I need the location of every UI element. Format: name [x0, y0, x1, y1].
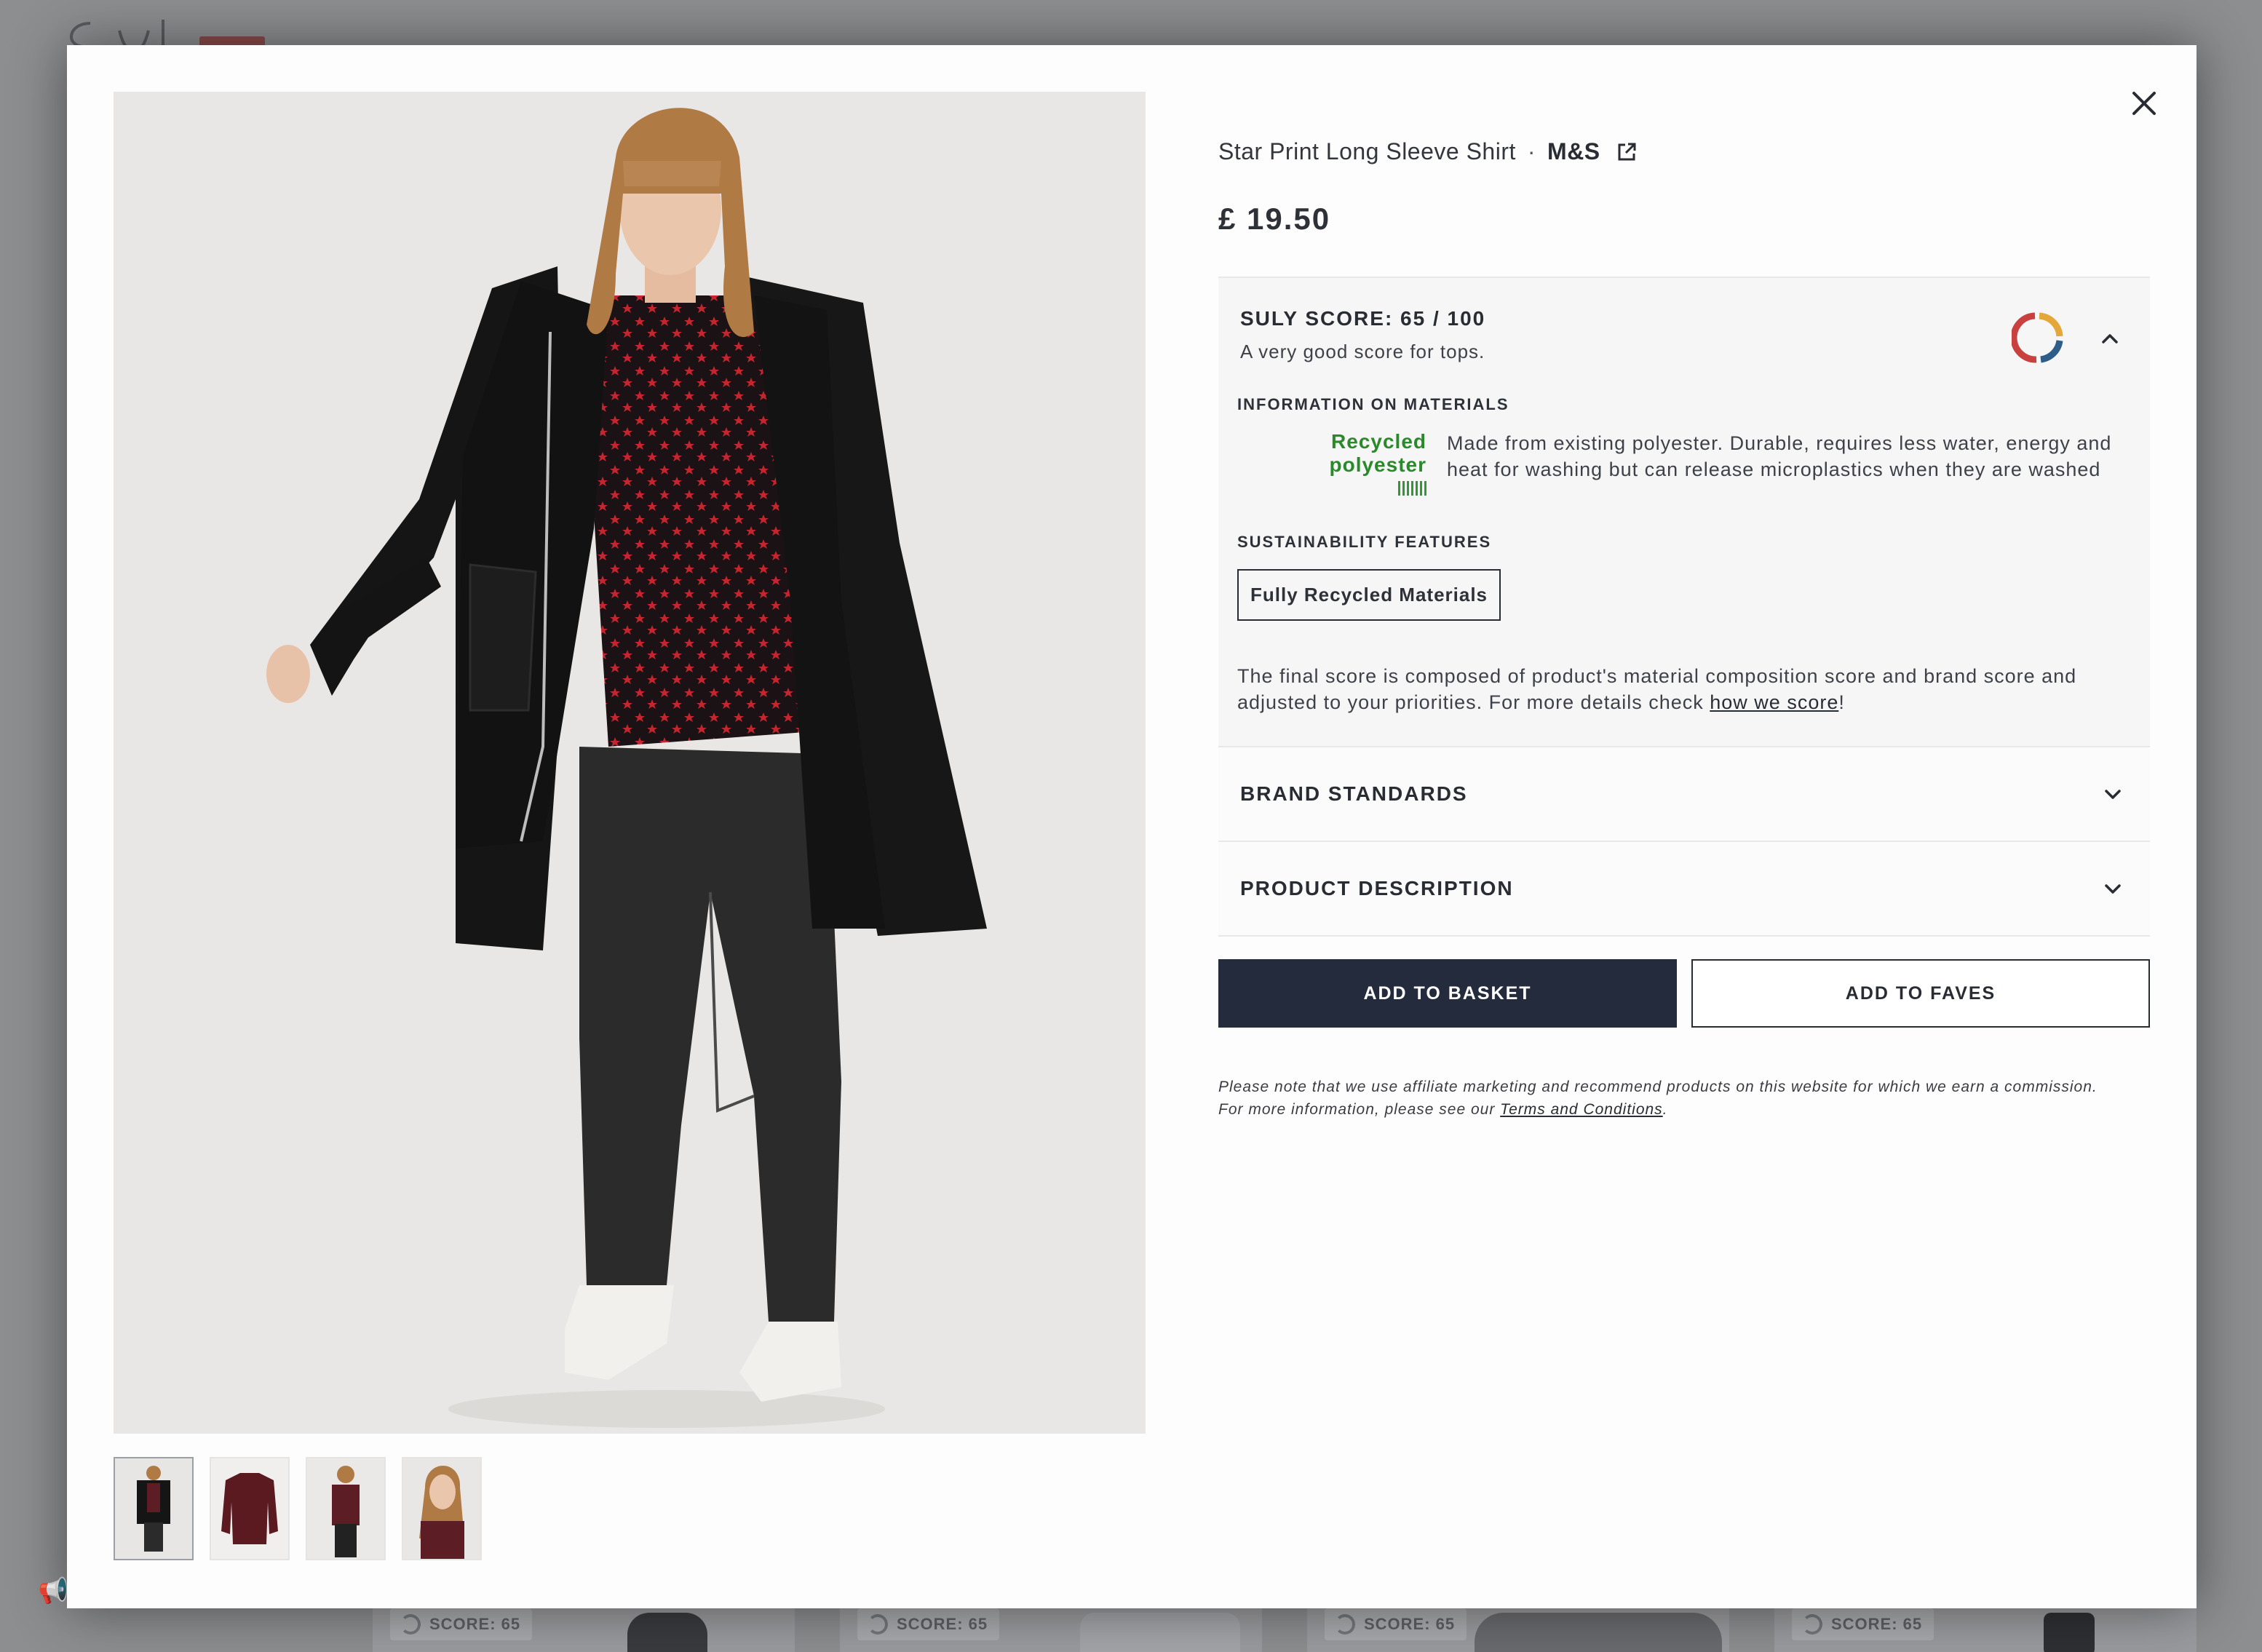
score-title: SULY SCORE: 65 / 100: [1240, 307, 1486, 330]
features-heading: SUSTAINABILITY FEATURES: [1237, 533, 1492, 551]
material-rating-bar: [1398, 481, 1426, 496]
product-price: £ 19.50: [1218, 202, 1331, 236]
brand-standards-section[interactable]: BRAND STANDARDS: [1218, 747, 2150, 842]
thumbnail-1[interactable]: [114, 1457, 194, 1560]
chevron-down-icon: [2105, 884, 2121, 894]
chevron-down-icon: [2105, 790, 2121, 799]
product-description-section[interactable]: PRODUCT DESCRIPTION: [1218, 842, 2150, 937]
materials-heading: INFORMATION ON MATERIALS: [1237, 395, 1509, 413]
terms-link[interactable]: Terms and Conditions: [1500, 1101, 1663, 1118]
chevron-up-icon[interactable]: [2099, 327, 2121, 349]
brand-standards-label: BRAND STANDARDS: [1240, 782, 1468, 805]
brand-link[interactable]: M&S: [1547, 138, 1600, 165]
external-link-icon[interactable]: [1616, 142, 1637, 162]
speaker-icon[interactable]: 📢: [38, 1576, 68, 1605]
score-ring-icon: [868, 1614, 888, 1635]
product-info: Star Print Long Sleeve Shirt · M&S £ 19.…: [1218, 138, 2150, 237]
how-we-score-link[interactable]: how we score: [1710, 691, 1838, 713]
add-to-basket-button[interactable]: ADD TO BASKET: [1218, 959, 1677, 1028]
action-buttons: ADD TO BASKET ADD TO FAVES: [1218, 959, 2150, 1028]
product-main-image: [114, 92, 1146, 1434]
close-icon: [2132, 92, 2156, 115]
feature-tag: Fully Recycled Materials: [1237, 569, 1501, 621]
thumbnail-4[interactable]: [402, 1457, 482, 1560]
background-score-chip: SCORE: 65: [857, 1608, 1000, 1640]
product-accordion: SULY SCORE: 65 / 100 A very good score f…: [1218, 277, 2150, 937]
score-ring-icon: [1802, 1614, 1822, 1635]
material-description: Made from existing polyester. Durable, r…: [1447, 432, 2112, 480]
thumbnail-3[interactable]: [306, 1457, 386, 1560]
score-ring-icon: [1335, 1614, 1355, 1635]
thumbnail-strip: [114, 1457, 482, 1560]
background-score-chip: SCORE: 65: [1325, 1608, 1467, 1640]
close-button[interactable]: [2122, 82, 2166, 125]
title-separator: ·: [1527, 138, 1536, 164]
material-name: Recycled polyester: [1329, 430, 1426, 476]
product-description-label: PRODUCT DESCRIPTION: [1240, 877, 1514, 900]
material-row: Recycled polyester Made from existing po…: [1237, 430, 2128, 499]
product-title-row: Star Print Long Sleeve Shirt · M&S: [1218, 138, 2150, 165]
score-ring-icon: [2012, 312, 2063, 363]
score-subtitle: A very good score for tops.: [1240, 341, 1485, 362]
suly-score-panel: SULY SCORE: 65 / 100 A very good score f…: [1218, 277, 2150, 747]
add-to-faves-button[interactable]: ADD TO FAVES: [1691, 959, 2150, 1028]
thumbnail-2[interactable]: [210, 1457, 290, 1560]
affiliate-disclaimer: Please note that we use affiliate market…: [1218, 1079, 2098, 1118]
product-name: Star Print Long Sleeve Shirt: [1218, 138, 1516, 164]
background-score-chip: SCORE: 65: [390, 1608, 533, 1640]
background-score-chip: SCORE: 65: [1792, 1608, 1934, 1640]
score-note: The final score is composed of product's…: [1237, 665, 2077, 713]
score-ring-icon: [400, 1614, 421, 1635]
